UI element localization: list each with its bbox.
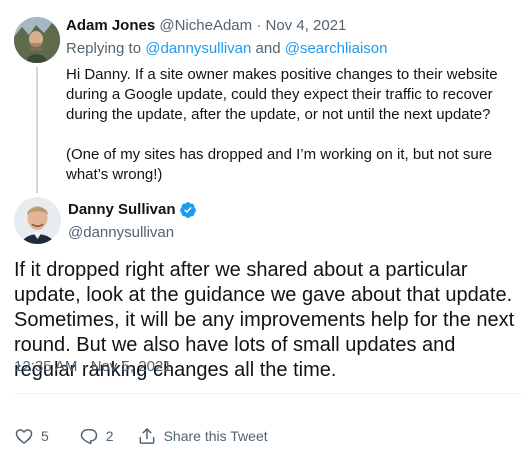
reply-separator: · — [256, 17, 262, 34]
replying-to-and: and — [255, 40, 281, 57]
main-author-name-row: Danny Sullivan — [68, 200, 197, 220]
main-author-name[interactable]: Danny Sullivan — [68, 200, 176, 220]
share-tweet-button[interactable]: Share this Tweet — [137, 426, 268, 446]
reply-count: 2 — [105, 428, 114, 444]
tweet-actions-bar: 5 2 Share this Tweet — [14, 424, 268, 448]
main-author-handle[interactable]: @dannysullivan — [68, 223, 197, 243]
replying-to-user-dannysullivan[interactable]: @dannysullivan — [145, 40, 251, 57]
avatar-danny-sullivan[interactable] — [14, 197, 61, 244]
heart-icon — [14, 426, 34, 446]
reply-paragraph: (One of my sites has dropped and I’m wor… — [66, 146, 493, 183]
thread-connector-line — [36, 67, 38, 193]
replying-to-user-searchliaison[interactable]: @searchliaison — [285, 40, 388, 57]
share-icon — [137, 426, 157, 446]
reply-author-name[interactable]: Adam Jones — [66, 17, 155, 34]
reply-bubble-icon — [79, 426, 99, 446]
like-count: 5 — [41, 428, 49, 444]
replying-to-prefix: Replying to — [66, 40, 142, 57]
replying-to-line: Replying to @dannysullivan and @searchli… — [66, 39, 388, 59]
share-label: Share this Tweet — [163, 428, 268, 444]
avatar-adam-jones[interactable] — [14, 17, 60, 63]
reply-author-row: Adam Jones @NicheAdam · Nov 4, 2021 — [66, 16, 346, 36]
main-author-block: Danny Sullivan @dannysullivan — [68, 200, 197, 243]
reply-paragraph: Hi Danny. If a site owner makes positive… — [66, 66, 498, 123]
avatar-danny-image — [14, 197, 61, 244]
verified-badge-icon — [179, 201, 197, 219]
reply-tweet: Adam Jones @NicheAdam · Nov 4, 2021 Repl… — [0, 0, 523, 195]
reply-button[interactable]: 2 — [79, 426, 114, 446]
like-button[interactable]: 5 — [14, 426, 49, 446]
avatar-adam-image — [14, 17, 60, 63]
main-tweet-timestamp[interactable]: 12:35 AM · Nov 5, 2021 — [14, 357, 172, 377]
reply-tweet-text: Hi Danny. If a site owner makes positive… — [66, 65, 516, 185]
reply-author-handle[interactable]: @NicheAdam — [159, 17, 252, 34]
reply-date[interactable]: Nov 4, 2021 — [265, 17, 346, 34]
actions-divider — [14, 393, 523, 394]
